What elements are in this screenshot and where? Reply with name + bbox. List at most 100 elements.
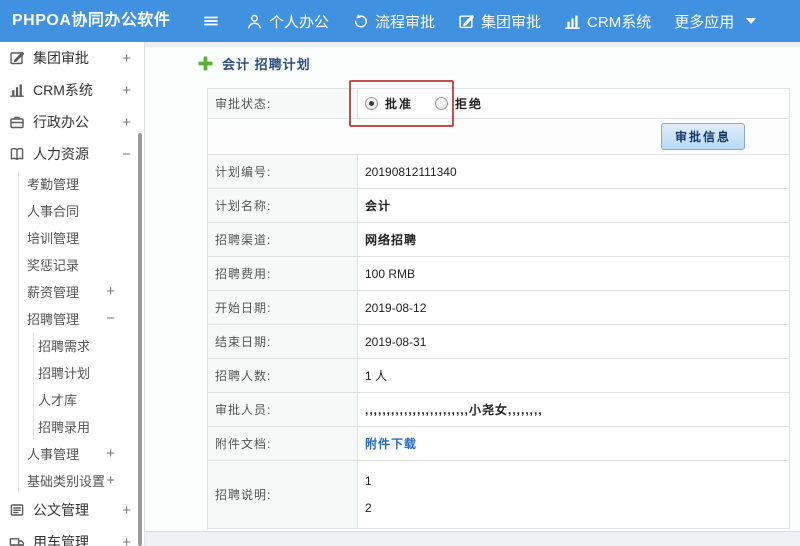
sidebar-item-recruit-hire[interactable]: 招聘录用: [0, 413, 144, 440]
expand-plus-icon: +: [106, 445, 115, 462]
sidebar-item-vehicle-mgmt[interactable]: 用车管理 +: [0, 526, 144, 546]
tree-line-level2: [18, 170, 19, 494]
nav-item-personal-office[interactable]: 个人办公: [246, 11, 329, 32]
sidebar-item-label: 奖惩记录: [27, 258, 80, 273]
row-value: 2019-08-31: [357, 324, 790, 359]
attachment-download-link[interactable]: 附件下载: [365, 437, 417, 451]
top-navbar: PHPOA协同办公软件 个人办公 流程审批 集团审批 CRM系统 更多应用: [0, 0, 800, 42]
top-nav-list: 个人办公 流程审批 集团审批 CRM系统 更多应用: [246, 0, 757, 42]
tree-line-level3: [33, 332, 34, 440]
sidebar-item-base-category-setting[interactable]: 基础类别设置 +: [0, 467, 144, 494]
row-value: 1 人: [357, 358, 790, 393]
sidebar-item-label: 薪资管理: [27, 285, 80, 300]
book-icon: [9, 146, 25, 162]
row-label: 附件文档:: [207, 426, 358, 461]
sidebar-item-attendance-mgmt[interactable]: 考勤管理: [0, 170, 144, 197]
radio-reject[interactable]: [435, 97, 449, 110]
user-icon: [246, 13, 263, 30]
nav-item-label: 流程审批: [375, 13, 436, 31]
sidebar-item-salary-mgmt[interactable]: 薪资管理 +: [0, 278, 144, 305]
page-title: 会计 招聘计划: [198, 54, 311, 73]
sidebar-item-recruit-demand[interactable]: 招聘需求: [0, 332, 144, 359]
add-plus-icon: [198, 56, 213, 71]
edit-icon: [9, 50, 25, 66]
approval-button-row: 审批信息: [207, 118, 790, 155]
row-value-line: 2: [365, 500, 372, 515]
sidebar-item-personnel-contract[interactable]: 人事合同: [0, 197, 144, 224]
sidebar: 集团审批 + CRM系统 + 行政办公 + 人力资源 − 考勤管理 人事合同 培训管理 奖惩记录 薪资管…: [0, 42, 145, 546]
doc-icon: [9, 502, 25, 518]
approval-info-button[interactable]: 审批信息: [660, 123, 745, 150]
sidebar-item-label: 人才库: [38, 393, 78, 408]
sidebar-item-recruit-mgmt[interactable]: 招聘管理 −: [0, 305, 144, 332]
nav-item-group-approval[interactable]: 集团审批: [458, 11, 541, 32]
row-value: 100 RMB: [357, 256, 790, 291]
expand-plus-icon: +: [106, 283, 115, 300]
sidebar-scrollbar[interactable]: [138, 133, 142, 546]
nav-item-process-approval[interactable]: 流程审批: [352, 11, 435, 32]
content-top-strip: [145, 42, 800, 47]
sidebar-item-label: 用车管理: [33, 534, 89, 546]
edit-icon: [458, 13, 475, 30]
radio-label[interactable]: 批准: [385, 95, 413, 112]
sidebar-item-label: CRM系统: [33, 82, 93, 98]
form-row: 招聘人数: 1 人: [207, 358, 790, 393]
sidebar-item-personnel-mgmt[interactable]: 人事管理 +: [0, 440, 144, 467]
row-value: 网络招聘: [357, 222, 790, 257]
form-row: 结束日期: 2019-08-31: [207, 324, 790, 359]
recruit-plan-form: 审批状态: 批准 拒绝 审批信息 计划编号: 20190812111340 计划名称:…: [207, 88, 790, 529]
nav-item-more-apps[interactable]: 更多应用: [674, 11, 757, 32]
row-label: 结束日期:: [207, 324, 358, 359]
form-row: 招聘渠道: 网络招聘: [207, 222, 790, 257]
row-value: 20190812111340: [357, 154, 790, 189]
nav-item-label: 集团审批: [481, 13, 542, 31]
truck-icon: [9, 534, 25, 546]
sidebar-item-label: 集团审批: [33, 50, 89, 66]
row-label: 计划编号:: [207, 154, 358, 189]
row-label: 招聘说明:: [207, 460, 358, 529]
approval-status-label: 审批状态:: [207, 88, 358, 119]
sidebar-item-reward-punish-record[interactable]: 奖惩记录: [0, 251, 144, 278]
row-label: 招聘费用:: [207, 256, 358, 291]
sidebar-item-training-mgmt[interactable]: 培训管理: [0, 224, 144, 251]
expand-plus-icon: +: [122, 501, 131, 519]
nav-item-label: CRM系统: [587, 13, 652, 31]
radio-approve[interactable]: [365, 97, 378, 110]
row-label: 开始日期:: [207, 290, 358, 325]
sidebar-item-admin-office[interactable]: 行政办公 +: [0, 106, 144, 138]
nav-item-label: 更多应用: [674, 13, 735, 31]
sidebar-item-crm-system[interactable]: CRM系统 +: [0, 74, 144, 106]
expand-plus-icon: +: [122, 49, 131, 67]
form-row: 附件文档: 附件下载: [207, 426, 790, 461]
sidebar-item-document-mgmt[interactable]: 公文管理 +: [0, 494, 144, 526]
sidebar-menu: 集团审批 + CRM系统 + 行政办公 + 人力资源 − 考勤管理 人事合同 培训管理 奖惩记录 薪资管…: [0, 42, 144, 546]
sidebar-item-label: 人事合同: [27, 204, 80, 219]
expand-plus-icon: +: [122, 533, 131, 546]
sidebar-item-label: 培训管理: [27, 231, 80, 246]
form-row: 招聘说明: 1 2: [207, 460, 790, 529]
chart-icon: [9, 82, 25, 98]
form-row: 计划名称: 会计: [207, 188, 790, 223]
collapse-minus-icon: −: [122, 145, 131, 163]
content-bottom-strip: [145, 531, 800, 546]
sidebar-item-recruit-plan[interactable]: 招聘计划: [0, 359, 144, 386]
nav-item-crm-system[interactable]: CRM系统: [564, 11, 651, 32]
row-value: 会计: [357, 188, 790, 223]
sidebar-item-talent-pool[interactable]: 人才库: [0, 386, 144, 413]
sidebar-item-label: 招聘需求: [38, 339, 91, 354]
sidebar-item-group-approval[interactable]: 集团审批 +: [0, 42, 144, 74]
row-value: 2019-08-12: [357, 290, 790, 325]
sidebar-item-label: 考勤管理: [27, 177, 80, 192]
briefcase-icon: [9, 114, 25, 130]
sidebar-item-human-resources[interactable]: 人力资源 −: [0, 138, 144, 170]
form-row: 开始日期: 2019-08-12: [207, 290, 790, 325]
expand-plus-icon: +: [122, 113, 131, 131]
page-title-text: 会计 招聘计划: [222, 57, 311, 72]
radio-label[interactable]: 拒绝: [455, 95, 483, 112]
hamburger-menu-icon[interactable]: [202, 13, 220, 29]
row-label: 审批人员:: [207, 392, 358, 427]
approval-radio-group: 批准 拒绝: [365, 95, 789, 112]
approval-status-row: 审批状态: 批准 拒绝: [207, 88, 790, 119]
row-value: 12: [357, 460, 790, 529]
sidebar-item-label: 人事管理: [27, 447, 80, 462]
